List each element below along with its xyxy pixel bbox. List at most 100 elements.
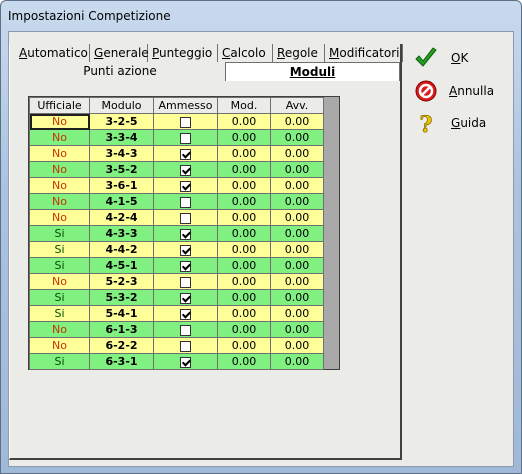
avv-cell[interactable]: 0.00 <box>270 305 324 322</box>
ufficiale-cell[interactable]: No <box>29 113 90 130</box>
avv-cell[interactable]: 0.00 <box>270 321 324 338</box>
table-row[interactable]: No 5-2-3 0.00 0.00 <box>29 273 324 290</box>
column-header[interactable]: Modulo <box>89 97 154 114</box>
ufficiale-cell[interactable]: Si <box>29 225 90 242</box>
avv-cell[interactable]: 0.00 <box>270 209 324 226</box>
ammesso-checkbox[interactable] <box>180 148 191 160</box>
mod-cell[interactable]: 0.00 <box>217 321 271 338</box>
table-row[interactable]: Si 4-4-2 0.00 0.00 <box>29 241 324 258</box>
ufficiale-cell[interactable]: No <box>29 337 90 354</box>
table-header-row: Ufficiale Modulo Ammesso Mod. Avv. <box>29 97 324 114</box>
mod-cell[interactable]: 0.00 <box>217 209 271 226</box>
ammesso-checkbox[interactable] <box>180 228 191 240</box>
mod-cell[interactable]: 0.00 <box>217 113 271 130</box>
table-row[interactable]: No 4-2-4 0.00 0.00 <box>29 209 324 226</box>
ammesso-checkbox[interactable] <box>180 132 191 144</box>
table-row[interactable]: No 4-1-5 0.00 0.00 <box>29 193 324 210</box>
mod-cell[interactable]: 0.00 <box>217 353 271 370</box>
ufficiale-cell[interactable]: Si <box>29 241 90 258</box>
avv-cell[interactable]: 0.00 <box>270 161 324 178</box>
table-row[interactable]: Si 4-5-1 0.00 0.00 <box>29 257 324 274</box>
ammesso-checkbox[interactable] <box>180 292 191 304</box>
mod-cell[interactable]: 0.00 <box>217 273 271 290</box>
avv-cell[interactable]: 0.00 <box>270 273 324 290</box>
mod-cell[interactable]: 0.00 <box>217 257 271 274</box>
avv-cell[interactable]: 0.00 <box>270 225 324 242</box>
avv-cell[interactable]: 0.00 <box>270 337 324 354</box>
column-header[interactable]: Mod. <box>217 97 271 114</box>
ammesso-checkbox[interactable] <box>180 180 191 192</box>
ufficiale-cell[interactable]: No <box>29 145 90 162</box>
ufficiale-cell[interactable]: Si <box>29 257 90 274</box>
tab-generale[interactable]: Generale <box>90 44 149 62</box>
table-row[interactable]: Si 4-3-3 0.00 0.00 <box>29 225 324 242</box>
mod-cell[interactable]: 0.00 <box>217 161 271 178</box>
table-row[interactable]: No 6-1-3 0.00 0.00 <box>29 321 324 338</box>
tab-punteggio[interactable]: Punteggio <box>148 44 218 62</box>
ammesso-checkbox[interactable] <box>180 308 191 320</box>
avv-cell[interactable]: 0.00 <box>270 257 324 274</box>
mod-cell[interactable]: 0.00 <box>217 289 271 306</box>
mod-cell[interactable]: 0.00 <box>217 241 271 258</box>
table-row[interactable]: Si 5-4-1 0.00 0.00 <box>29 305 324 322</box>
column-header[interactable]: Ammesso <box>153 97 218 114</box>
ufficiale-cell[interactable]: No <box>29 193 90 210</box>
mod-cell[interactable]: 0.00 <box>217 193 271 210</box>
ammesso-checkbox[interactable] <box>180 340 191 352</box>
column-header[interactable]: Avv. <box>270 97 324 114</box>
ammesso-checkbox[interactable] <box>180 212 191 224</box>
ufficiale-cell[interactable]: Si <box>29 289 90 306</box>
table-row[interactable]: Si 5-3-2 0.00 0.00 <box>29 289 324 306</box>
table-row[interactable]: No 3-3-4 0.00 0.00 <box>29 129 324 146</box>
ammesso-checkbox[interactable] <box>180 164 191 176</box>
table-row[interactable]: No 3-6-1 0.00 0.00 <box>29 177 324 194</box>
tab-punti-azione[interactable]: Punti azione <box>15 62 225 81</box>
help-button[interactable]: ? Guida <box>414 111 504 137</box>
ufficiale-cell[interactable]: Si <box>29 305 90 322</box>
tab-moduli[interactable]: Moduli <box>225 62 400 81</box>
table-row[interactable]: No 3-5-2 0.00 0.00 <box>29 161 324 178</box>
tab-regole[interactable]: Regole <box>273 44 325 62</box>
tab-modificatori[interactable]: Modificatori <box>325 44 403 62</box>
ufficiale-cell[interactable]: No <box>29 129 90 146</box>
avv-cell[interactable]: 0.00 <box>270 145 324 162</box>
ufficiale-cell[interactable]: No <box>29 321 90 338</box>
avv-cell[interactable]: 0.00 <box>270 129 324 146</box>
avv-cell[interactable]: 0.00 <box>270 177 324 194</box>
avv-cell[interactable]: 0.00 <box>270 113 324 130</box>
table-row[interactable]: No 3-4-3 0.00 0.00 <box>29 145 324 162</box>
table-row[interactable]: No 6-2-2 0.00 0.00 <box>29 337 324 354</box>
avv-cell[interactable]: 0.00 <box>270 353 324 370</box>
mod-cell[interactable]: 0.00 <box>217 225 271 242</box>
mod-cell[interactable]: 0.00 <box>217 129 271 146</box>
table-row[interactable]: No 3-2-5 0.00 0.00 <box>29 113 324 130</box>
ammesso-checkbox[interactable] <box>180 260 191 272</box>
ammesso-checkbox[interactable] <box>180 244 191 256</box>
tab-automatico[interactable]: Automatico <box>15 44 90 62</box>
ufficiale-cell[interactable]: No <box>29 273 90 290</box>
ufficiale-cell[interactable]: No <box>29 177 90 194</box>
title-bar[interactable]: Impostazioni Competizione <box>1 1 521 31</box>
ammesso-checkbox[interactable] <box>180 356 191 368</box>
mod-cell[interactable]: 0.00 <box>217 337 271 354</box>
cancel-button[interactable]: Annulla <box>414 79 504 105</box>
avv-cell[interactable]: 0.00 <box>270 241 324 258</box>
avv-cell[interactable]: 0.00 <box>270 289 324 306</box>
ufficiale-cell[interactable]: No <box>29 161 90 178</box>
ufficiale-cell[interactable]: Si <box>29 353 90 370</box>
ammesso-cell <box>153 177 218 194</box>
avv-cell[interactable]: 0.00 <box>270 193 324 210</box>
ammesso-checkbox[interactable] <box>180 196 191 208</box>
ufficiale-cell[interactable]: No <box>29 209 90 226</box>
ammesso-checkbox[interactable] <box>180 324 191 336</box>
mod-cell[interactable]: 0.00 <box>217 145 271 162</box>
ok-button[interactable]: OK <box>414 46 504 72</box>
ammesso-checkbox[interactable] <box>180 276 191 288</box>
ammesso-checkbox[interactable] <box>180 116 191 128</box>
mod-cell[interactable]: 0.00 <box>217 305 271 322</box>
column-header[interactable]: Ufficiale <box>29 97 90 114</box>
moduli-grid[interactable]: Ufficiale Modulo Ammesso Mod. Avv. No 3-2-5 0.… <box>28 96 340 370</box>
tab-calcolo[interactable]: Calcolo <box>218 44 273 62</box>
table-row[interactable]: Si 6-3-1 0.00 0.00 <box>29 353 324 370</box>
mod-cell[interactable]: 0.00 <box>217 177 271 194</box>
